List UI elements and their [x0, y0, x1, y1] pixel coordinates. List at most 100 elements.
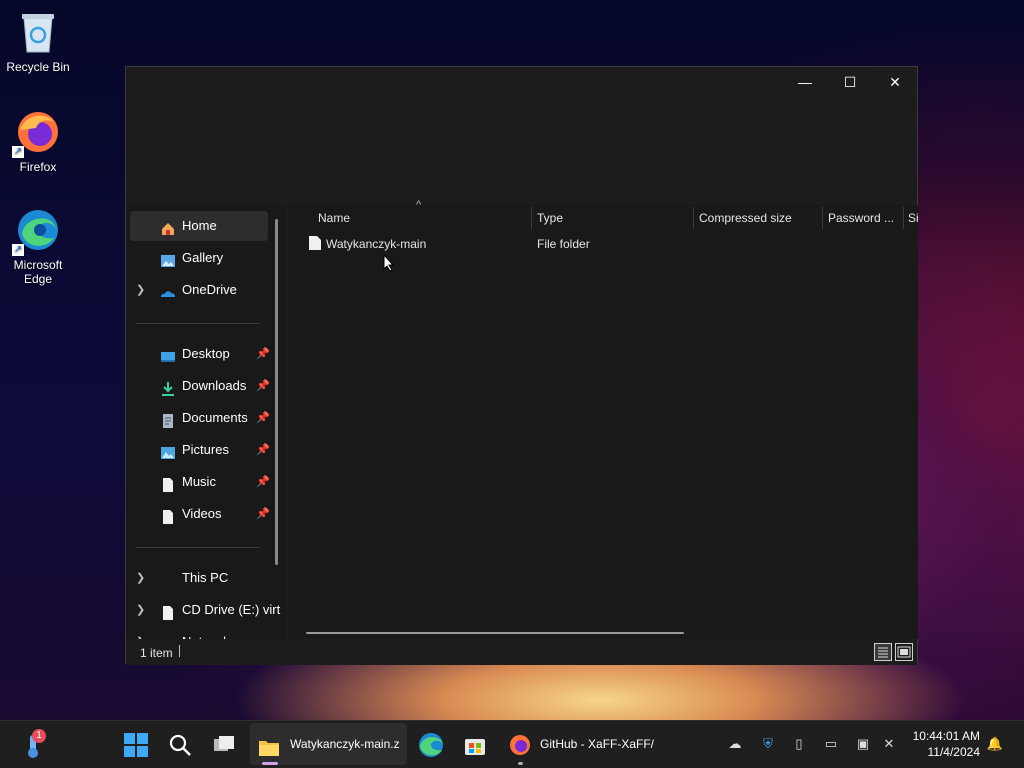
nav-item-this-pc[interactable]: ❯ This PC [130, 563, 268, 593]
column-header-password[interactable]: Password ... [828, 205, 900, 231]
desktop-folder-icon [160, 346, 176, 362]
volume-muted-icon[interactable]: ✕ [880, 735, 898, 753]
keyboard-icon[interactable]: ▭ [822, 735, 840, 753]
pin-icon[interactable]: 📌 [256, 339, 270, 369]
nav-item-label: CD Drive (E:) virt [182, 602, 281, 617]
column-divider[interactable] [903, 207, 904, 229]
nav-scrollbar[interactable] [275, 219, 278, 565]
task-view-button[interactable] [208, 729, 240, 761]
nav-item-home[interactable]: Home [130, 211, 268, 241]
edge-icon: ↗ [12, 206, 62, 256]
horizontal-scrollbar[interactable] [306, 632, 684, 634]
nav-item-onedrive[interactable]: ❯ OneDrive [130, 275, 268, 305]
row-type: File folder [537, 237, 590, 251]
column-header-compressed-size[interactable]: Compressed size [699, 205, 821, 231]
gallery-icon [160, 250, 176, 267]
taskbar-app-label: Watykanczyk-main.z [290, 737, 400, 751]
nav-item-pictures[interactable]: Pictures 📌 [130, 435, 270, 465]
nav-item-label: Videos [182, 506, 222, 521]
maximize-button[interactable]: ☐ [827, 67, 873, 97]
taskbar-app-label: GitHub - XaFF-XaFF/ [540, 737, 654, 751]
column-header-type[interactable]: Type [537, 205, 687, 231]
nav-divider [136, 323, 260, 324]
nav-item-gallery[interactable]: Gallery [130, 243, 268, 273]
taskbar-app-firefox[interactable]: GitHub - XaFF-XaFF/ [502, 723, 654, 765]
search-icon [169, 734, 191, 756]
nav-item-desktop[interactable]: Desktop 📌 [130, 339, 270, 369]
nav-item-label: Home [182, 218, 217, 233]
chevron-right-icon[interactable]: ❯ [136, 595, 145, 625]
shortcut-arrow-icon: ↗ [12, 146, 24, 158]
column-divider[interactable] [693, 207, 694, 229]
home-icon [160, 218, 176, 235]
cloud-off-icon[interactable]: ☁ [726, 735, 744, 753]
navigation-pane: Home Gallery ❯ OneDrive Desktop 📌 Downlo… [126, 205, 286, 639]
network-icon[interactable]: ▣ [854, 735, 872, 753]
nav-item-cd-drive[interactable]: ❯ CD Drive (E:) virt [130, 595, 280, 625]
search-button[interactable] [164, 729, 196, 761]
start-button[interactable] [120, 729, 152, 761]
pin-icon[interactable]: 📌 [256, 371, 270, 401]
widgets-button[interactable]: 1 [18, 729, 50, 761]
desktop-icon-firefox[interactable]: ↗ Firefox [0, 108, 76, 174]
running-indicator [518, 762, 523, 765]
download-icon [160, 378, 176, 396]
clock[interactable]: 10:44:01 AM 11/4/2024 [913, 728, 980, 760]
minimize-button[interactable]: — [782, 67, 828, 97]
column-header-size[interactable]: Si [908, 205, 918, 231]
store-icon [465, 739, 485, 755]
nav-item-label: Gallery [182, 250, 224, 265]
nav-item-label: Desktop [182, 346, 230, 361]
nav-item-label: Music [182, 474, 216, 489]
pictures-icon [160, 442, 176, 459]
nav-item-label: Network [182, 627, 230, 639]
notification-bell-icon[interactable]: 🔔 [986, 735, 1004, 753]
column-header-name[interactable]: Name [318, 205, 528, 231]
column-divider[interactable] [822, 207, 823, 229]
item-count: 1 item [140, 646, 173, 660]
pin-icon[interactable]: 📌 [256, 499, 270, 529]
documents-icon [160, 410, 176, 428]
nav-item-label: Downloads [182, 378, 247, 393]
desktop-icon-label: Firefox [19, 160, 57, 174]
firefox-icon: ↗ [12, 108, 62, 158]
pin-icon[interactable]: 📌 [256, 467, 270, 497]
nav-item-label: This PC [182, 570, 229, 585]
taskbar-app-file-explorer[interactable]: Watykanczyk-main.z [250, 723, 407, 765]
toolbar-area [126, 97, 917, 203]
nav-item-downloads[interactable]: Downloads 📌 [130, 371, 270, 401]
nav-item-label: Documents [182, 410, 248, 425]
tiles-view-button[interactable] [895, 643, 913, 661]
status-bar: 1 item [126, 639, 917, 665]
title-bar[interactable]: — ☐ ✕ [126, 67, 917, 97]
nav-item-music[interactable]: Music 📌 [130, 467, 270, 497]
nav-item-label: Pictures [182, 442, 229, 457]
chevron-right-icon[interactable]: ❯ [136, 563, 145, 593]
status-separator [179, 645, 180, 657]
nav-item-documents[interactable]: Documents 📌 [130, 403, 270, 433]
desktop-icon-recycle-bin[interactable]: Recycle Bin [0, 8, 76, 74]
close-button[interactable]: ✕ [872, 67, 918, 97]
taskbar-store-button[interactable] [459, 729, 491, 761]
chevron-right-icon[interactable]: ❯ [136, 275, 145, 305]
edge-icon [419, 733, 443, 757]
taskbar-edge-button[interactable] [415, 729, 447, 761]
nav-item-videos[interactable]: Videos 📌 [130, 499, 270, 529]
chevron-right-icon[interactable]: ❯ [136, 627, 145, 639]
column-divider[interactable] [531, 207, 532, 229]
desktop-icon-label: Recycle Bin [6, 60, 70, 74]
onedrive-icon [160, 282, 176, 298]
desktop-icon-edge[interactable]: ↗ Microsoft Edge [0, 206, 76, 286]
details-view-icon [878, 647, 888, 658]
file-icon [308, 235, 322, 256]
mouse-cursor-icon [383, 253, 395, 277]
nav-item-network[interactable]: ❯ Network [130, 627, 268, 639]
security-warning-icon[interactable]: ⛨ [759, 735, 777, 753]
row-name[interactable]: Watykanczyk-main [326, 237, 426, 251]
clock-time: 10:44:01 AM [912, 729, 980, 743]
firefox-icon [508, 732, 532, 765]
details-view-button[interactable] [874, 643, 892, 661]
pin-icon[interactable]: 📌 [256, 403, 270, 433]
usb-icon[interactable]: ▯ [790, 735, 808, 753]
pin-icon[interactable]: 📌 [256, 435, 270, 465]
